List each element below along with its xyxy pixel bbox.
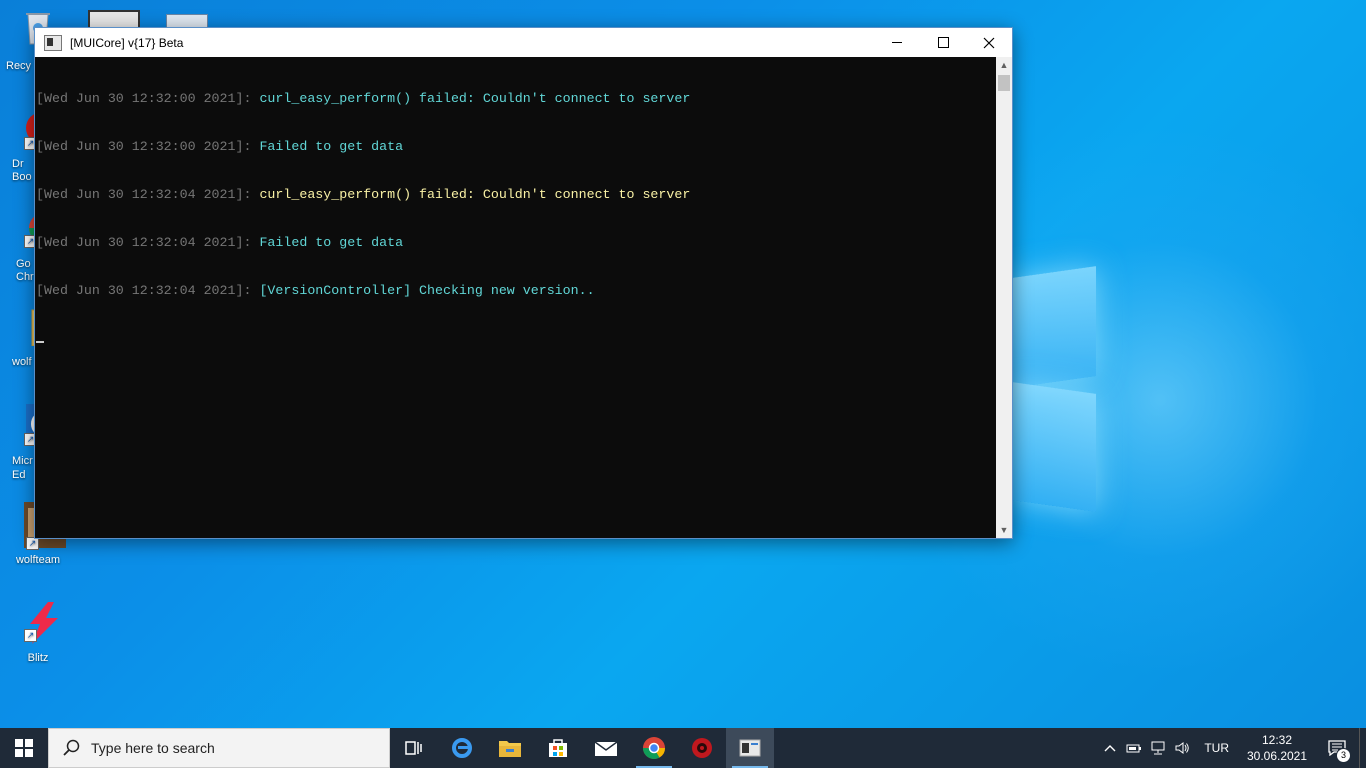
console-output[interactable]: [Wed Jun 30 12:32:00 2021]: curl_easy_pe…: [35, 57, 996, 538]
maximize-button[interactable]: [920, 28, 966, 57]
search-placeholder: Type here to search: [91, 740, 215, 756]
log-timestamp: [Wed Jun 30 12:32:00 2021]:: [36, 139, 260, 154]
clock-time: 12:32: [1261, 733, 1293, 747]
log-message: curl_easy_perform() failed: Couldn't con…: [259, 91, 691, 106]
edge-icon: [452, 738, 472, 758]
console-line: [Wed Jun 30 12:32:00 2021]: Failed to ge…: [36, 139, 996, 155]
taskbar-chrome[interactable]: [630, 728, 678, 768]
task-view-icon: [405, 741, 422, 755]
network-icon[interactable]: [1146, 728, 1170, 768]
action-center-button[interactable]: 3: [1315, 728, 1359, 768]
taskbar-console-app[interactable]: [726, 728, 774, 768]
log-timestamp: [Wed Jun 30 12:32:04 2021]:: [36, 235, 260, 250]
log-timestamp: [Wed Jun 30 12:32:04 2021]:: [36, 283, 260, 298]
window-title: [MUICore] v{17} Beta: [70, 35, 184, 50]
log-message: Failed to get data: [259, 235, 404, 250]
scrollbar-thumb[interactable]: [998, 75, 1010, 91]
taskbar-game-app[interactable]: [678, 728, 726, 768]
console-line: [Wed Jun 30 12:32:00 2021]: curl_easy_pe…: [36, 91, 996, 107]
search-icon: [63, 739, 80, 756]
game-app-icon: [692, 738, 712, 758]
show-desktop-button[interactable]: [1359, 728, 1366, 768]
show-hidden-icons-chevron-icon[interactable]: [1098, 728, 1122, 768]
close-icon: [983, 37, 995, 48]
desktop-icon-label: Blitz: [27, 652, 49, 664]
scroll-up-arrow-icon[interactable]: ▲: [996, 57, 1012, 73]
taskbar-store[interactable]: [534, 728, 582, 768]
battery-icon[interactable]: [1122, 728, 1146, 768]
console-app-icon: [44, 34, 62, 51]
desktop-icon-blitz[interactable]: ↗ Blitz: [6, 600, 70, 664]
notification-count-badge: 3: [1336, 748, 1351, 763]
minimize-button[interactable]: [874, 28, 920, 57]
chrome-icon: [643, 737, 665, 759]
input-language-indicator[interactable]: TUR: [1194, 741, 1239, 755]
window-titlebar[interactable]: [MUICore] v{17} Beta: [35, 28, 1012, 57]
windows-logo-icon: [15, 739, 33, 757]
wallpaper-logo-pane-tl: [1012, 266, 1096, 388]
log-timestamp: [Wed Jun 30 12:32:04 2021]:: [36, 187, 260, 202]
console-line: [Wed Jun 30 12:32:04 2021]: curl_easy_pe…: [36, 187, 996, 203]
taskbar-file-explorer[interactable]: [486, 728, 534, 768]
file-explorer-icon: [499, 741, 521, 757]
log-message: Failed to get data: [259, 139, 404, 154]
log-message: [VersionController] Checking new version…: [259, 283, 595, 298]
blitz-icon: ↗: [18, 600, 58, 644]
console-line: [Wed Jun 30 12:32:04 2021]: [VersionCont…: [36, 283, 996, 299]
shortcut-arrow-icon: ↗: [24, 629, 37, 642]
vertical-scrollbar[interactable]: ▲ ▼: [996, 57, 1012, 538]
taskbar-mail[interactable]: [582, 728, 630, 768]
volume-icon[interactable]: [1170, 728, 1194, 768]
text-cursor: [36, 331, 996, 343]
scroll-down-arrow-icon[interactable]: ▼: [996, 522, 1012, 538]
console-line: [Wed Jun 30 12:32:04 2021]: Failed to ge…: [36, 235, 996, 251]
start-button[interactable]: [0, 728, 48, 768]
taskbar-clock[interactable]: 12:32 30.06.2021: [1239, 732, 1315, 764]
desktop: Recy ↗ Dr Boo ↗ Go Chr wolf ↗ Micr Ed ↗ …: [0, 0, 1366, 728]
taskbar: Type here to search TUR 12:32 30.06.2021…: [0, 728, 1366, 768]
taskbar-search-box[interactable]: Type here to search: [48, 728, 390, 768]
desktop-icon-label: wolfteam: [15, 554, 61, 566]
log-timestamp: [Wed Jun 30 12:32:00 2021]:: [36, 91, 260, 106]
store-icon: [549, 739, 567, 757]
log-message: curl_easy_perform() failed: Couldn't con…: [259, 187, 691, 202]
task-view-button[interactable]: [390, 728, 438, 768]
wallpaper-logo-pane-bl: [1012, 382, 1096, 512]
close-button[interactable]: [966, 28, 1012, 57]
taskbar-edge[interactable]: [438, 728, 486, 768]
console-window[interactable]: [MUICore] v{17} Beta [Wed Jun 30 12:32:0…: [34, 27, 1013, 539]
console-app-icon: [739, 739, 761, 757]
mail-icon: [594, 741, 618, 756]
system-tray: TUR 12:32 30.06.2021 3: [1098, 728, 1366, 768]
clock-date: 30.06.2021: [1246, 749, 1308, 763]
